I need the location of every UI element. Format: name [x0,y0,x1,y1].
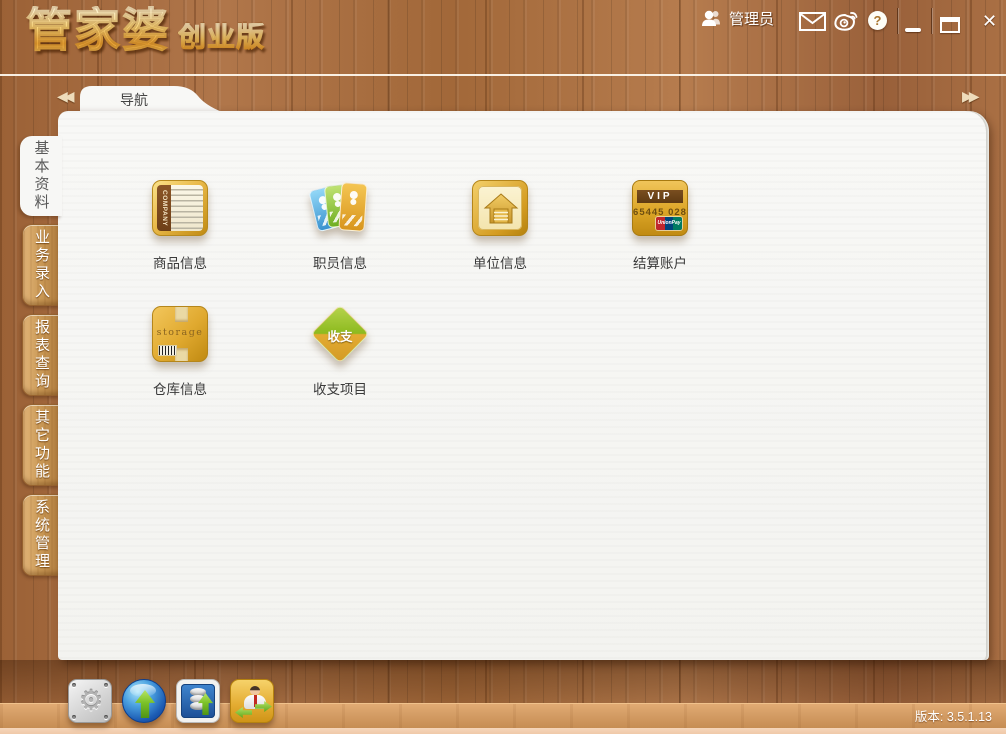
sidebar-tab-label: 系统管理 [33,499,50,571]
taskbar-settings-button[interactable]: ⚙ [68,679,112,723]
version-label: 版本: 3.5.1.13 [914,710,992,724]
storage-box-text: storage [156,327,204,338]
chevrons-left-icon: ◀◀ [57,88,74,104]
weibo-icon [833,9,860,32]
box-tape-bottom [175,348,188,361]
header-divider [897,8,898,34]
sidebar-tab-system-management[interactable]: 系统管理 [22,494,60,576]
close-button[interactable]: ✕ [982,12,997,32]
minimize-button[interactable] [905,28,921,32]
barcode-icon [159,346,176,355]
shortcut-employee-info[interactable]: 职员信息 [280,180,400,272]
desk-front-edge [0,728,1006,734]
diamond-text: 收支 [327,330,353,344]
database-upload-icon [181,684,215,718]
help-button[interactable]: ? [868,11,887,30]
header-divider [931,8,932,34]
app-window: 管家婆 创业版 管理员 ? ✕ ◀◀ ▶▶ 导航 基本资料 业务录入 报表查询 … [0,0,1006,734]
shortcut-product-info[interactable]: COMPANY 商品信息 [120,180,240,272]
shortcut-label: 商品信息 [153,256,207,271]
sidebar-tab-other-functions[interactable]: 其它功能 [22,404,60,486]
nav-scroll-left-button[interactable]: ◀◀ [57,88,83,105]
sidebar-tab-basic-data[interactable]: 基本资料 [20,136,62,216]
user-name-label: 管理员 [729,11,775,28]
unionpay-logo-text: UnionPay [657,220,681,226]
sidebar-tab-business-entry[interactable]: 业务录入 [22,224,60,306]
maximize-icon [940,17,960,33]
close-icon: ✕ [982,11,998,31]
vip-card-title: VIP [637,190,683,203]
app-logo: 管家婆 创业版 [26,4,266,56]
product-document-icon: COMPANY [152,180,208,236]
storage-box-icon: storage [152,306,208,362]
taskbar-online-update-button[interactable] [122,679,166,723]
shortcut-label: 单位信息 [473,256,527,271]
id-card-orange [338,182,368,232]
sidebar-tab-label: 基本资料 [32,140,50,212]
header-divider-line [0,74,1006,76]
minimize-icon [905,28,921,32]
gear-icon: ⚙ [78,685,104,716]
shortcut-label: 收支项目 [313,382,367,397]
maximize-button[interactable] [940,17,960,33]
mail-button[interactable] [799,12,826,31]
product-icon-company-text: COMPANY [157,185,171,231]
shortcut-settlement-account[interactable]: VIP 65445 028 UnionPay 结算账户 [600,180,720,272]
tab-navigation-label: 导航 [120,92,148,108]
taskbar-user-transfer-button[interactable] [230,679,274,723]
chevrons-right-icon: ▶▶ [962,88,979,104]
app-logo-main: 管家婆 [26,4,170,56]
current-user[interactable]: 管理员 [700,8,774,29]
sidebar-tab-label: 其它功能 [33,409,50,481]
shortcut-company-info[interactable]: 单位信息 [440,180,560,272]
app-logo-sub: 创业版 [177,21,266,53]
vip-bank-card-icon: VIP 65445 028 UnionPay [632,180,688,236]
warehouse-glyph [483,193,519,224]
shortcut-label: 结算账户 [633,256,687,271]
shortcut-label: 职员信息 [313,256,367,271]
company-building-icon [472,180,528,236]
shortcut-income-expense-items[interactable]: 收支 收支项目 [280,304,400,398]
shortcut-warehouse-info[interactable]: storage 仓库信息 [120,306,240,398]
weibo-button[interactable] [833,9,860,32]
sidebar-tab-label: 报表查询 [33,319,50,391]
employee-id-cards-icon [308,180,368,236]
mail-icon [799,12,826,31]
nav-scroll-right-button[interactable]: ▶▶ [962,88,988,105]
document-lines [171,185,203,231]
sidebar-tab-report-query[interactable]: 报表查询 [22,314,60,396]
taskbar-data-upgrade-button[interactable] [176,679,220,723]
user-icon [700,9,722,29]
help-icon: ? [868,11,887,30]
income-expense-diamond-icon: 收支 [310,304,370,364]
box-tape-top [175,307,188,322]
shortcut-label: 仓库信息 [153,382,207,397]
tab-navigation[interactable]: 导航 [80,83,222,112]
unionpay-logo: UnionPay [656,217,682,230]
sidebar-tab-label: 业务录入 [33,229,50,301]
